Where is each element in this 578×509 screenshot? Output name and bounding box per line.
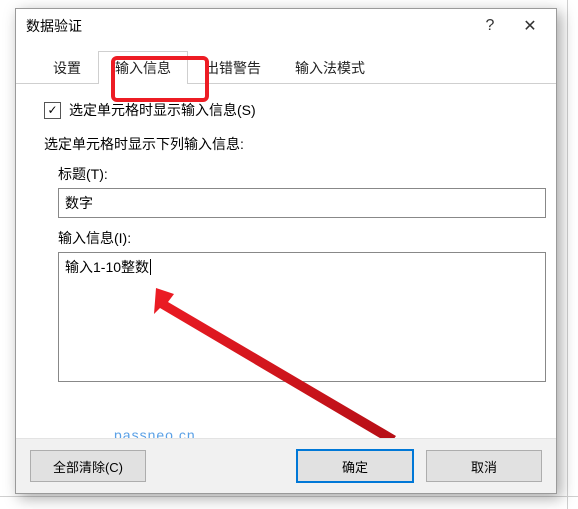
close-button[interactable]: ✕ bbox=[510, 12, 550, 40]
section-heading: 选定单元格时显示下列输入信息: bbox=[44, 134, 534, 154]
grid-edge bbox=[0, 496, 578, 509]
title-input[interactable]: 数字 bbox=[58, 188, 546, 218]
tab-ime-mode[interactable]: 输入法模式 bbox=[278, 51, 382, 84]
clear-all-button[interactable]: 全部清除(C) bbox=[30, 450, 146, 482]
help-button[interactable]: ? bbox=[470, 12, 510, 40]
message-field-label: 输入信息(I): bbox=[58, 228, 534, 248]
message-textarea[interactable]: 输入1-10整数 bbox=[58, 252, 546, 382]
dialog-button-row: 全部清除(C) 确定 取消 bbox=[16, 438, 556, 493]
tab-error-alert[interactable]: 出错警告 bbox=[188, 51, 278, 84]
data-validation-dialog: 数据验证 ? ✕ 设置 输入信息 出错警告 输入法模式 ✓ 选定单元格时显示输入… bbox=[15, 8, 557, 494]
tab-input-message[interactable]: 输入信息 bbox=[98, 51, 188, 84]
title-field-label: 标题(T): bbox=[58, 164, 534, 184]
tab-row: 设置 输入信息 出错警告 输入法模式 bbox=[16, 43, 556, 84]
dialog-title: 数据验证 bbox=[26, 16, 470, 36]
message-value: 输入1-10整数 bbox=[65, 259, 149, 275]
dialog-titlebar: 数据验证 ? ✕ bbox=[16, 9, 556, 43]
tab-settings[interactable]: 设置 bbox=[36, 51, 98, 84]
text-caret bbox=[150, 259, 151, 275]
dialog-content: ✓ 选定单元格时显示输入信息(S) 选定单元格时显示下列输入信息: 标题(T):… bbox=[16, 84, 556, 396]
checkbox-icon[interactable]: ✓ bbox=[44, 102, 61, 119]
ok-button[interactable]: 确定 bbox=[296, 449, 414, 483]
grid-edge bbox=[567, 0, 578, 509]
show-input-message-checkbox-row[interactable]: ✓ 选定单元格时显示输入信息(S) bbox=[44, 100, 534, 120]
cancel-button[interactable]: 取消 bbox=[426, 450, 542, 482]
checkbox-label: 选定单元格时显示输入信息(S) bbox=[69, 100, 256, 120]
